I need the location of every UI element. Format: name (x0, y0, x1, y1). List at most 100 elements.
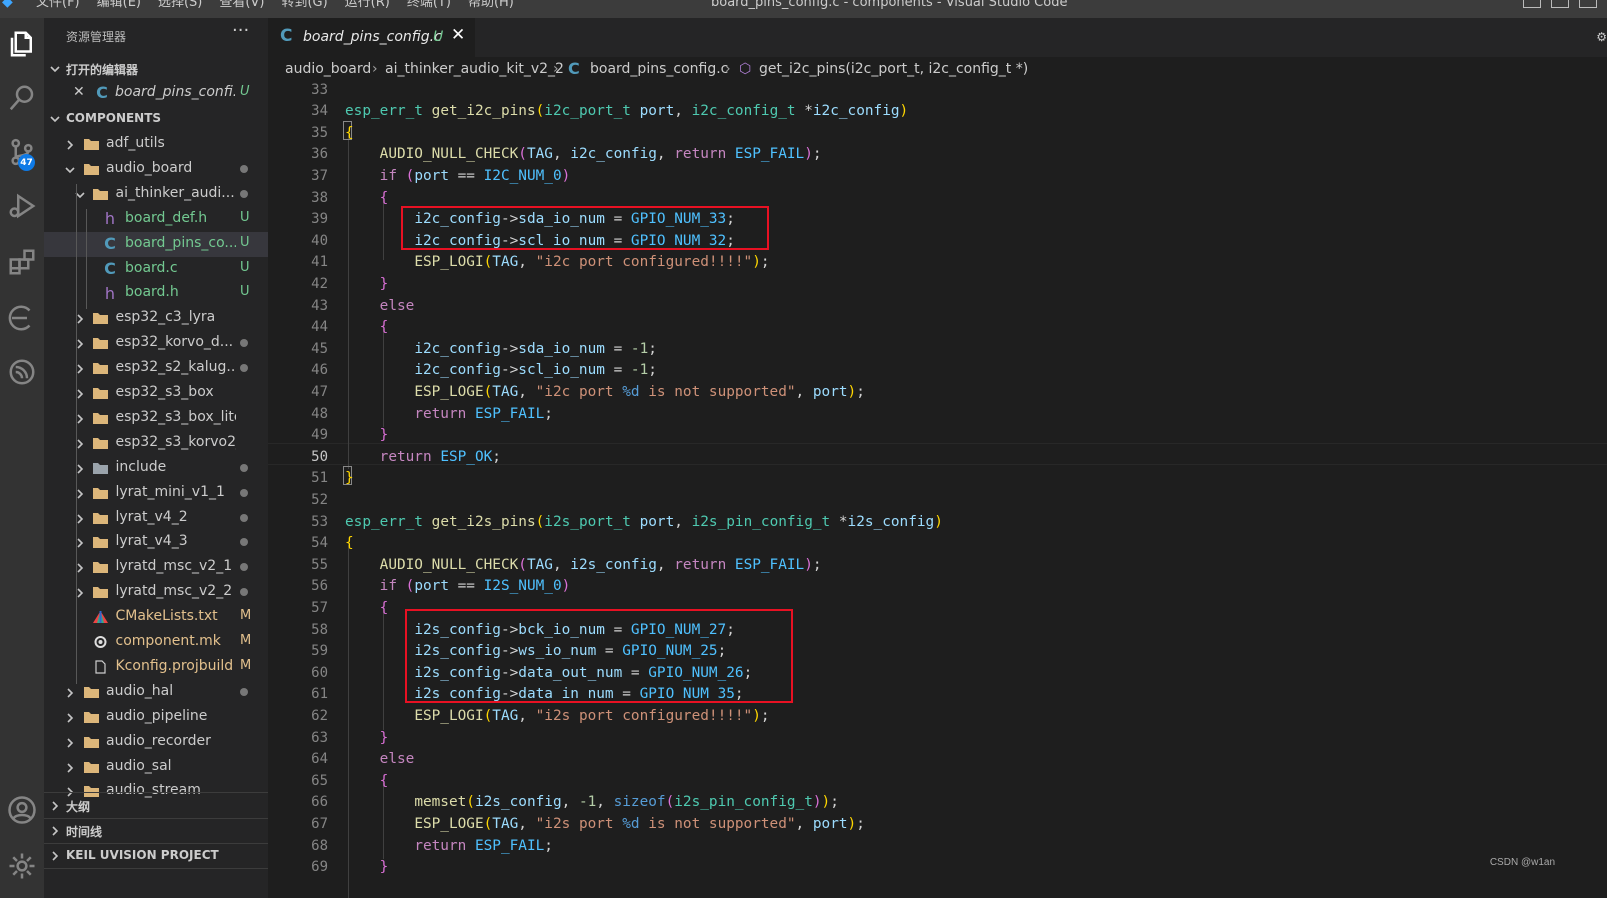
toggle-secondary-sidebar-icon[interactable] (1579, 0, 1597, 8)
tree-file[interactable]: h board_def.h U (44, 207, 268, 232)
tree-folder[interactable]: esp32_c3_lyra (44, 306, 268, 331)
tree-folder[interactable]: audio_recorder (44, 730, 268, 755)
line-number: 42 (311, 276, 328, 292)
breadcrumb-item[interactable]: ai_thinker_audio_kit_v2_2 (385, 61, 564, 77)
tree-folder[interactable]: audio_board (44, 157, 268, 182)
line-number: 33 (311, 81, 328, 98)
outline-header[interactable]: 大纲 (44, 793, 268, 818)
espressif-icon[interactable] (0, 350, 44, 394)
tree-file[interactable]: Cboard_pins_co... U (44, 231, 268, 257)
line-number: 43 (311, 297, 328, 314)
breadcrumb-item[interactable]: audio_board (285, 61, 371, 77)
code-line: i2c_config->scl_io_num = -1; (345, 360, 657, 382)
tree-folder[interactable]: lyratd_msc_v2_2 (44, 580, 268, 605)
editor-actions-icon[interactable]: ⚙ (1596, 30, 1607, 44)
tab-board-pins-config[interactable]: C board_pins_config.c U ✕ (268, 18, 475, 57)
tree-folder[interactable]: lyrat_v4_3 (44, 530, 268, 555)
tree-file[interactable]: CMakeLists.txt M (44, 605, 268, 630)
menu-item[interactable]: 运行(R) (345, 0, 390, 10)
code-token: TAG (492, 384, 519, 400)
tree-folder[interactable]: esp32_s3_box_lite (44, 406, 268, 431)
code-token: return (414, 837, 467, 854)
close-editor-icon[interactable]: ✕ (73, 84, 85, 100)
tree-file[interactable]: h board.h U (44, 281, 268, 306)
tree-folder[interactable]: lyrat_mini_v1_1 (44, 481, 268, 506)
tree-item-label: board.h (125, 284, 179, 301)
menu-item[interactable]: 终端(T) (407, 0, 451, 10)
code-token: ; (856, 816, 865, 832)
more-actions-button[interactable]: ··· (232, 20, 249, 41)
timeline-header[interactable]: 时间线 (44, 818, 268, 843)
menu-item[interactable]: 文件(F) (36, 0, 80, 10)
tree-file[interactable]: component.mk M (44, 630, 268, 655)
tree-folder[interactable]: lyrat_v4_2 (44, 506, 268, 531)
run-debug-icon[interactable] (0, 184, 44, 228)
keil-header[interactable]: KEIL UVISION PROJECT (44, 843, 268, 868)
code-token: ( (665, 794, 675, 811)
code-token: ) (821, 794, 831, 811)
tree-folder[interactable]: esp32_korvo_d... (44, 331, 268, 356)
code-token: , (518, 816, 536, 832)
toggle-sidebar-icon[interactable] (1523, 0, 1541, 8)
chevron-right-icon: › (553, 61, 559, 77)
tree-folder[interactable]: audio_hal (44, 680, 268, 705)
tree-folder[interactable]: audio_pipeline (44, 705, 268, 730)
untracked-status: U (240, 209, 250, 225)
chevron-right-icon (65, 738, 75, 748)
open-editors-header[interactable]: 打开的编辑器 (44, 56, 268, 81)
source-control-icon[interactable]: 47 (0, 130, 44, 174)
accounts-icon[interactable] (0, 788, 44, 832)
close-tab-icon[interactable]: ✕ (451, 25, 465, 45)
menu-item[interactable]: 查看(V) (219, 0, 264, 10)
tree-folder[interactable]: adf_utils (44, 132, 268, 157)
tree-folder[interactable]: esp32_s3_box (44, 381, 268, 406)
tab-bar: C board_pins_config.c U ✕ ⚙ (268, 18, 1607, 57)
tree-folder[interactable]: include (44, 456, 268, 481)
code-token: ) (847, 384, 857, 400)
menu-item[interactable]: 选择(S) (158, 0, 202, 10)
breadcrumb-item[interactable]: get_i2c_pins(i2c_port_t, i2c_config_t *) (759, 61, 1028, 77)
h-file-icon: h (104, 283, 116, 303)
code-token: = (604, 362, 631, 379)
tree-folder[interactable]: esp32_s2_kalug... (44, 356, 268, 381)
tree-folder[interactable]: ai_thinker_audi... (44, 182, 268, 207)
tree-folder[interactable]: audio_sal (44, 755, 268, 780)
settings-icon[interactable] (0, 844, 44, 888)
code-line: } (345, 728, 389, 750)
menu-item[interactable]: 编辑(E) (97, 0, 141, 10)
toggle-panel-icon[interactable] (1551, 0, 1569, 8)
code-line: return ESP_FAIL; (345, 404, 553, 426)
code-editor[interactable]: 33 34 35 36 37 38 39 40 41 42 43 44 45 46 47 48 49 50 51 52… (268, 81, 1607, 898)
line-number: 38 (311, 189, 328, 206)
line-number: 36 (311, 146, 328, 163)
extensions-icon[interactable] (0, 240, 44, 284)
menu-item[interactable]: 帮助(H) (468, 0, 514, 10)
breadcrumb-item[interactable]: board_pins_config.c (590, 61, 728, 77)
explorer-icon[interactable] (0, 22, 44, 66)
makefile-icon (92, 634, 110, 650)
folder-icon (92, 460, 110, 476)
menu-item[interactable]: 转到(G) (281, 0, 327, 10)
code-token: , (795, 384, 813, 400)
tree-folder[interactable]: esp32_s3_korvo2_v3 (44, 431, 268, 456)
open-editor-item[interactable]: ✕ C board_pins_confi... U (44, 81, 268, 106)
code-line: ESP_LOGE(TAG, "i2s port %d is not suppor… (345, 814, 865, 836)
components-header[interactable]: COMPONENTS (44, 106, 268, 131)
code-token: return (674, 146, 727, 163)
line-number: 47 (311, 384, 328, 400)
remote-explorer-icon[interactable] (0, 296, 44, 340)
tree-folder[interactable]: lyratd_msc_v2_1 (44, 555, 268, 580)
code-token: ; (648, 362, 657, 379)
code-line: esp_err_t get_i2c_pins(i2c_port_t port, … (345, 101, 908, 123)
search-icon[interactable] (0, 76, 44, 120)
tree-file[interactable]: Kconfig.projbuild M (44, 655, 268, 680)
divider (44, 868, 268, 869)
tree-file[interactable]: Cboard.c U (44, 257, 268, 282)
